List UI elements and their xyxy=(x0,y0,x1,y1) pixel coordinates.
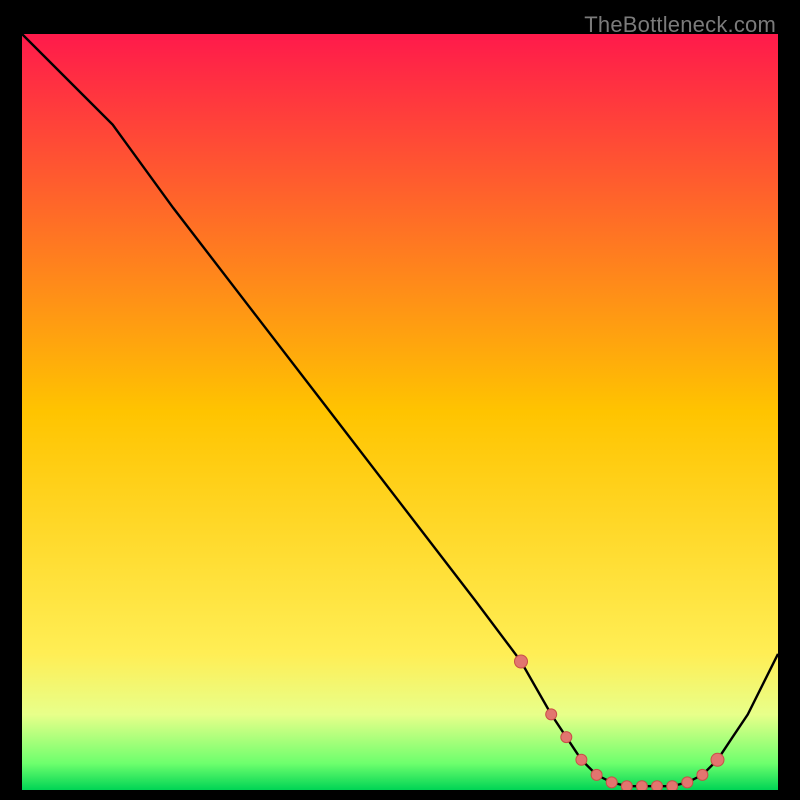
data-marker xyxy=(621,781,632,790)
bottleneck-chart xyxy=(22,34,778,790)
data-marker xyxy=(711,753,724,766)
data-marker xyxy=(606,777,617,788)
heat-background xyxy=(22,34,778,790)
data-marker xyxy=(591,769,602,780)
data-marker xyxy=(515,655,528,668)
data-marker xyxy=(697,769,708,780)
data-marker xyxy=(652,781,663,790)
data-marker xyxy=(546,709,557,720)
chart-frame: TheBottleneck.com xyxy=(10,10,790,790)
data-marker xyxy=(636,781,647,790)
data-marker xyxy=(682,777,693,788)
data-marker xyxy=(576,754,587,765)
data-marker xyxy=(667,781,678,790)
data-marker xyxy=(561,732,572,743)
